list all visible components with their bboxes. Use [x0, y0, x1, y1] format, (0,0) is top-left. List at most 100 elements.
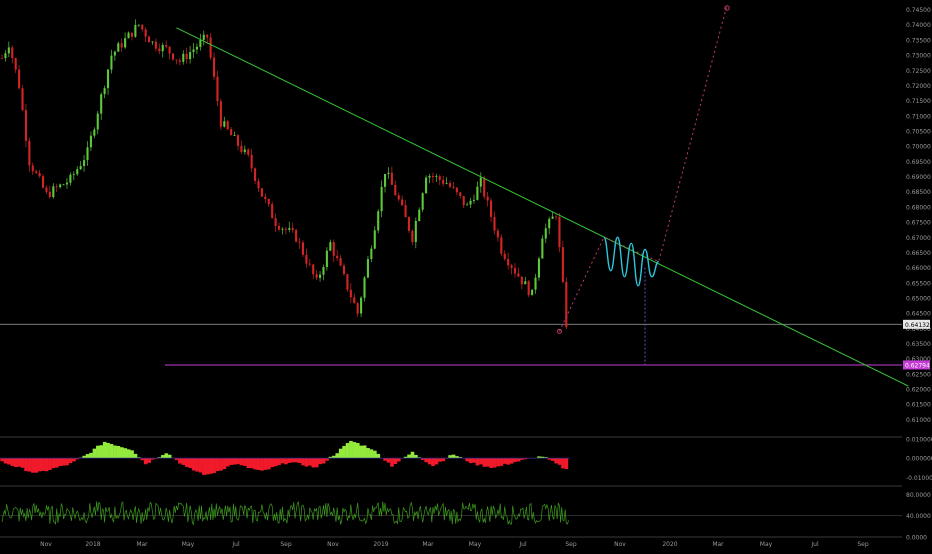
histogram-bar [188, 458, 193, 468]
histogram-bar [34, 458, 39, 473]
histogram-bar [181, 458, 186, 465]
histogram-bar [116, 445, 121, 459]
histogram-bar [178, 458, 182, 464]
histogram-bar [7, 458, 11, 465]
histogram-bar [513, 458, 517, 462]
candle-body [469, 200, 472, 205]
candle-body [353, 297, 356, 304]
histogram-bar [236, 458, 240, 465]
candle-body [500, 237, 503, 254]
candle-body [236, 135, 240, 146]
candle-body [363, 277, 366, 298]
candle-body [65, 182, 69, 185]
rsi-y-tick-label: 80.0000 [906, 492, 931, 499]
x-tick-label: May [760, 541, 773, 548]
histogram-bar [355, 443, 360, 459]
histogram-bar [499, 458, 504, 466]
candle-body [325, 250, 328, 268]
candle-body [401, 199, 404, 206]
rsi-y-tick-label: 40.0000 [906, 513, 931, 520]
histogram-bar [85, 454, 90, 459]
y-tick-label: 0.61500 [906, 402, 931, 409]
candle [531, 289, 534, 296]
candle-body [62, 184, 65, 186]
candle-body [14, 58, 17, 70]
histogram-bar [273, 458, 278, 467]
histogram-bar [68, 458, 73, 464]
histogram-bar [407, 454, 411, 459]
x-tick-label: Sep [857, 541, 869, 548]
histogram-bar [373, 450, 377, 459]
histogram-bar [191, 458, 196, 471]
y-tick-label: 0.69500 [906, 159, 931, 166]
histogram-bar [431, 458, 435, 467]
candle [541, 235, 544, 259]
histogram-bar [280, 458, 285, 464]
candle-body [510, 265, 513, 269]
candle-body [195, 46, 198, 50]
y-tick-label: 0.71500 [906, 98, 931, 105]
candle-body [356, 303, 359, 314]
candle [24, 103, 27, 148]
candle-body [315, 274, 318, 278]
candle-body [404, 205, 407, 218]
histogram-bar [161, 455, 165, 459]
histogram-bar [20, 458, 25, 468]
candle [301, 240, 305, 257]
candle-body [483, 177, 486, 197]
y-tick-label: 0.67500 [906, 220, 931, 227]
histogram-bar [0, 458, 4, 462]
candle-body [38, 172, 41, 177]
histogram-bar [448, 455, 452, 459]
candle-body [472, 199, 476, 201]
candle-body [425, 177, 428, 194]
candle-body [390, 172, 393, 185]
candle-body [329, 242, 332, 251]
histogram-bar [561, 458, 565, 469]
candle [565, 277, 568, 330]
candle-body [319, 274, 322, 278]
candle-body [291, 228, 294, 230]
candle-body [428, 175, 431, 178]
candle-body [45, 187, 48, 192]
y-tick-label: 0.71000 [906, 113, 931, 120]
chart-svg[interactable]: 0.74500 0.74000 0.73500 0.73000 0.72500 0.720… [0, 0, 932, 550]
histogram-bar [318, 458, 322, 465]
candle-body [31, 165, 34, 172]
candle-body [295, 229, 298, 242]
histogram-bar [126, 449, 131, 459]
histogram-bar [516, 458, 521, 462]
histogram-bar [51, 458, 56, 469]
histogram-bar [65, 458, 69, 466]
y-tick-label: 0.62500 [906, 371, 931, 378]
histogram-bar [554, 458, 558, 464]
histogram-bar [386, 458, 391, 463]
histogram-bar [270, 458, 275, 468]
histogram-bar [119, 447, 124, 459]
histogram-bar [37, 458, 42, 472]
histogram-bar [314, 458, 319, 468]
histogram-bar [451, 454, 456, 459]
candle-body [531, 289, 534, 296]
histogram-bar [205, 458, 210, 475]
histogram-bar [10, 458, 15, 466]
candle-body [360, 297, 363, 314]
histogram-bar [3, 458, 8, 464]
histogram-bar [208, 458, 213, 474]
chart-container[interactable]: 0.74500 0.74000 0.73500 0.73000 0.72500 0.720… [0, 0, 932, 550]
histogram-bar [414, 454, 418, 459]
y-tick-label: 0.65500 [906, 280, 931, 287]
candle-body [206, 34, 209, 38]
candle-body [264, 196, 267, 200]
candle-body [219, 101, 222, 127]
candle-body [366, 259, 369, 278]
candle-body [414, 220, 417, 242]
candle-body [288, 228, 291, 230]
histogram-bar [92, 448, 97, 459]
candle-body [298, 241, 301, 243]
y-tick-label: 0.62000 [906, 387, 931, 394]
histogram-bar [219, 458, 223, 471]
target-price-tag: 0.62794 [905, 362, 930, 369]
histogram-bar [246, 458, 251, 469]
candle-body [96, 113, 99, 130]
